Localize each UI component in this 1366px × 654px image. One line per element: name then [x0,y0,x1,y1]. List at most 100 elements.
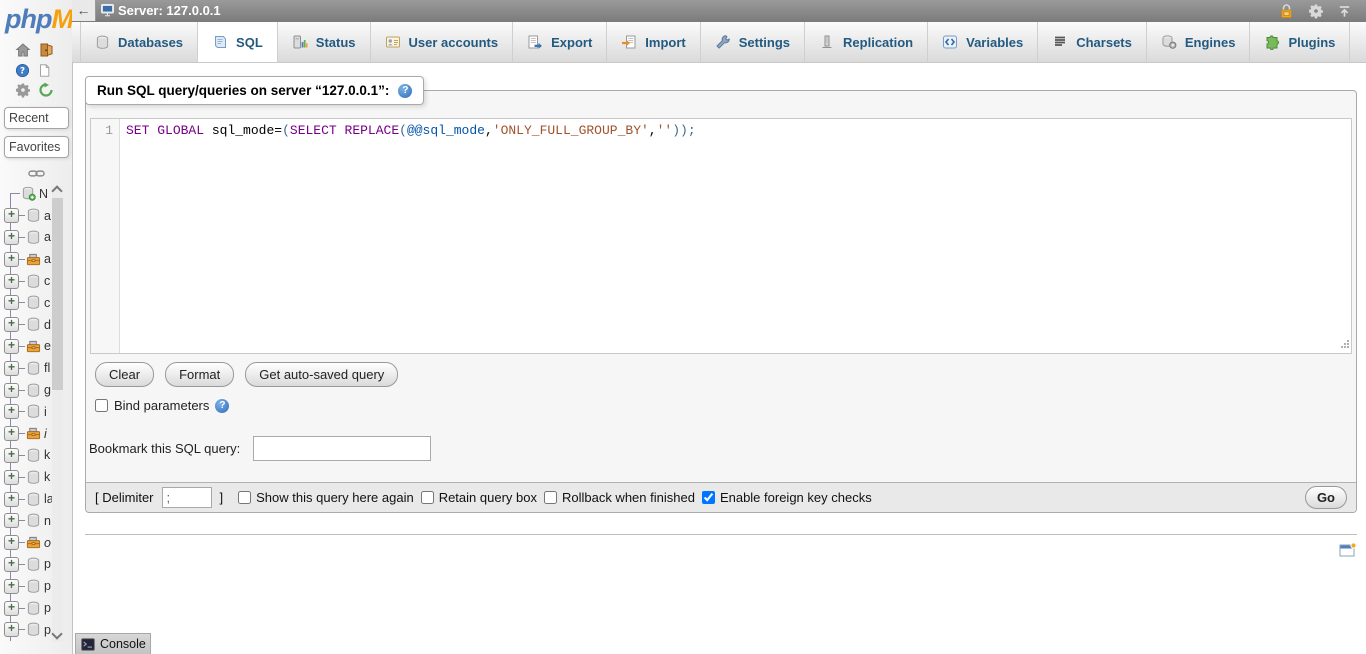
option-retain-query-box[interactable]: Retain query box [421,490,537,505]
tree-item-label[interactable]: n [44,514,51,528]
expand-plus-icon[interactable]: + [4,601,19,616]
tree-item-label[interactable]: c [44,274,50,288]
bind-parameters-row[interactable]: Bind parameters ? [95,398,229,413]
tree-item-label[interactable]: d [44,318,51,332]
expand-plus-icon[interactable]: + [4,252,19,267]
tree-item: +i [0,423,54,445]
database-icon [26,579,41,594]
sql-editor[interactable]: 1 SET GLOBAL sql_mode=(SELECT REPLACE(@@… [90,118,1352,354]
help-icon[interactable]: ? [15,63,30,78]
docs-icon[interactable] [37,63,51,78]
users-icon [385,34,401,50]
tab-plugins[interactable]: Plugins [1250,22,1350,62]
checkbox[interactable] [238,491,251,504]
expand-plus-icon[interactable]: + [4,535,19,550]
tree-item-label[interactable]: p [44,601,51,615]
expand-plus-icon[interactable]: + [4,426,19,441]
checkbox[interactable] [421,491,434,504]
tree-item-label[interactable]: fl [44,361,50,375]
tree-item-label[interactable]: o [44,536,51,550]
tab-export[interactable]: Export [513,22,607,62]
expand-plus-icon[interactable]: + [4,579,19,594]
tree-item-label[interactable]: p [44,623,51,637]
tree-item-new[interactable]: N [0,183,54,205]
checkbox-label: Show this query here again [256,490,414,505]
tab-charsets[interactable]: Charsets [1038,22,1147,62]
sidebar-scrollbar-thumb[interactable] [52,198,63,390]
bind-parameters-checkbox[interactable] [95,399,108,412]
tree-branch-line [19,324,25,325]
collapse-sidebar-button[interactable]: ← [72,0,96,21]
expand-plus-icon[interactable]: + [4,492,19,507]
option-rollback-when-finished[interactable]: Rollback when finished [544,490,695,505]
expand-plus-icon[interactable]: + [4,230,19,245]
tab-replication[interactable]: Replication [805,22,928,62]
expand-plus-icon[interactable]: + [4,208,19,223]
expand-plus-icon[interactable]: + [4,448,19,463]
format-button[interactable]: Format [165,362,234,387]
tree-item-label[interactable]: k [44,470,50,484]
resize-grip-icon[interactable] [1340,339,1350,352]
logout-door-icon[interactable] [38,42,54,58]
expand-plus-icon[interactable]: + [4,513,19,528]
tree-item-label[interactable]: a [44,252,51,266]
tree-item-label[interactable]: g [44,383,51,397]
tree-item-label[interactable]: a [44,230,51,244]
tab-variables[interactable]: Variables [928,22,1038,62]
tab-databases[interactable]: Databases [80,22,198,62]
bind-parameters-help-icon[interactable]: ? [215,399,229,413]
expand-plus-icon[interactable]: + [4,404,19,419]
expand-plus-icon[interactable]: + [4,361,19,376]
scroll-to-top-icon[interactable] [1337,4,1352,19]
gear-icon[interactable] [15,82,31,98]
sidebar-scrollbar-track[interactable] [52,186,63,642]
tab-label: Engines [1185,35,1236,50]
checkbox[interactable] [544,491,557,504]
open-new-window-icon[interactable] [1339,542,1357,558]
bookmark-input[interactable] [253,436,431,461]
page-settings-gear-icon[interactable] [1308,3,1324,19]
checkbox[interactable] [702,491,715,504]
tree-item-label[interactable]: a [44,209,51,223]
tree-item-label[interactable]: e [44,339,51,353]
tab-settings[interactable]: Settings [701,22,805,62]
expand-plus-icon[interactable]: + [4,274,19,289]
get-auto-saved-query-button[interactable]: Get auto-saved query [245,362,398,387]
favorites-dropdown[interactable]: Favorites [4,136,69,158]
tab-status[interactable]: Status [278,22,371,62]
expand-plus-icon[interactable]: + [4,295,19,310]
sql-help-icon[interactable]: ? [398,84,412,98]
delimiter-input[interactable] [162,487,212,508]
clear-button[interactable]: Clear [95,362,154,387]
expand-plus-icon[interactable]: + [4,339,19,354]
bookmark-label: Bookmark this SQL query: [89,441,240,456]
recent-dropdown[interactable]: Recent [4,107,69,129]
expand-plus-icon[interactable]: + [4,557,19,572]
expand-plus-icon[interactable]: + [4,470,19,485]
tab-engines[interactable]: Engines [1147,22,1251,62]
tree-item-label[interactable]: k [44,448,50,462]
nav-tabs: DatabasesSQLStatusUser accountsExportImp… [72,22,1366,63]
option-show-this-query-here-again[interactable]: Show this query here again [238,490,414,505]
tree-item-label[interactable]: c [44,296,50,310]
tab-user-accounts[interactable]: User accounts [371,22,514,62]
expand-plus-icon[interactable]: + [4,383,19,398]
tab-sql[interactable]: SQL [198,22,278,62]
console-toggle[interactable]: Console [75,633,151,654]
tree-item-label[interactable]: i [44,405,47,419]
ssl-lock-icon[interactable] [1278,3,1295,19]
tree-item-label[interactable]: p [44,579,51,593]
tree-branch-line [19,477,25,478]
option-enable-foreign-key-checks[interactable]: Enable foreign key checks [702,490,872,505]
query-form-legend: Run SQL query/queries on server “127.0.0… [85,76,424,105]
tree-item-label[interactable]: p [44,557,51,571]
go-button[interactable]: Go [1305,486,1347,509]
expand-plus-icon[interactable]: + [4,622,19,637]
home-icon[interactable] [15,42,31,58]
refresh-icon[interactable] [38,82,54,98]
query-options-footer: [ Delimiter ] Show this query here again… [86,482,1356,512]
tree-item-label[interactable]: i [44,427,47,441]
phpmyadmin-logo[interactable]: phpMyAdmin [0,0,72,40]
expand-plus-icon[interactable]: + [4,317,19,332]
tab-import[interactable]: Import [607,22,700,62]
